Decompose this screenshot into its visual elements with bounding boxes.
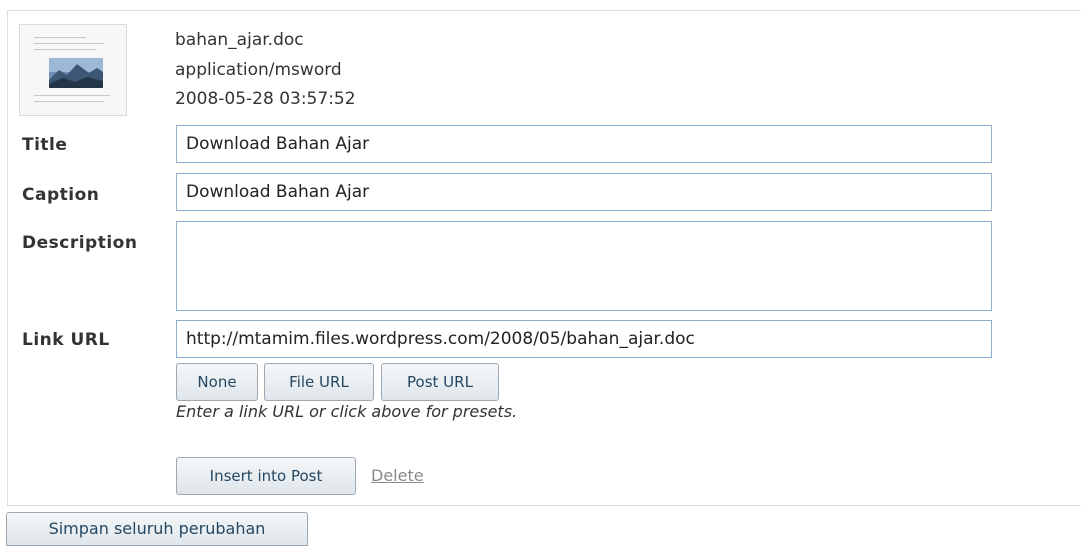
- title-input[interactable]: [176, 125, 992, 163]
- description-textarea[interactable]: [176, 221, 992, 311]
- insert-into-post-button[interactable]: Insert into Post: [176, 457, 356, 495]
- delete-link[interactable]: Delete: [371, 466, 424, 485]
- file-url-button[interactable]: File URL: [264, 363, 374, 401]
- text-line-icon: [34, 43, 104, 44]
- text-line-icon: [34, 37, 86, 38]
- save-all-changes-button[interactable]: Simpan seluruh perubahan: [6, 512, 308, 546]
- file-mime-type: application/msword: [175, 60, 342, 80]
- link-url-label: Link URL: [22, 330, 110, 350]
- file-upload-date: 2008-05-28 03:57:52: [175, 89, 356, 109]
- text-line-icon: [34, 49, 96, 50]
- caption-label: Caption: [22, 185, 100, 205]
- caption-input[interactable]: [176, 173, 992, 211]
- text-line-icon: [34, 95, 110, 96]
- mountain-image-icon: [49, 58, 103, 88]
- link-url-help-text: Enter a link URL or click above for pres…: [176, 402, 518, 421]
- title-label: Title: [22, 135, 68, 155]
- link-url-input[interactable]: [176, 320, 992, 358]
- post-url-button[interactable]: Post URL: [381, 363, 499, 401]
- description-label: Description: [22, 233, 138, 253]
- text-line-icon: [34, 101, 104, 102]
- document-thumbnail: [19, 24, 127, 116]
- none-url-button[interactable]: None: [176, 363, 258, 401]
- file-name: bahan_ajar.doc: [175, 30, 304, 50]
